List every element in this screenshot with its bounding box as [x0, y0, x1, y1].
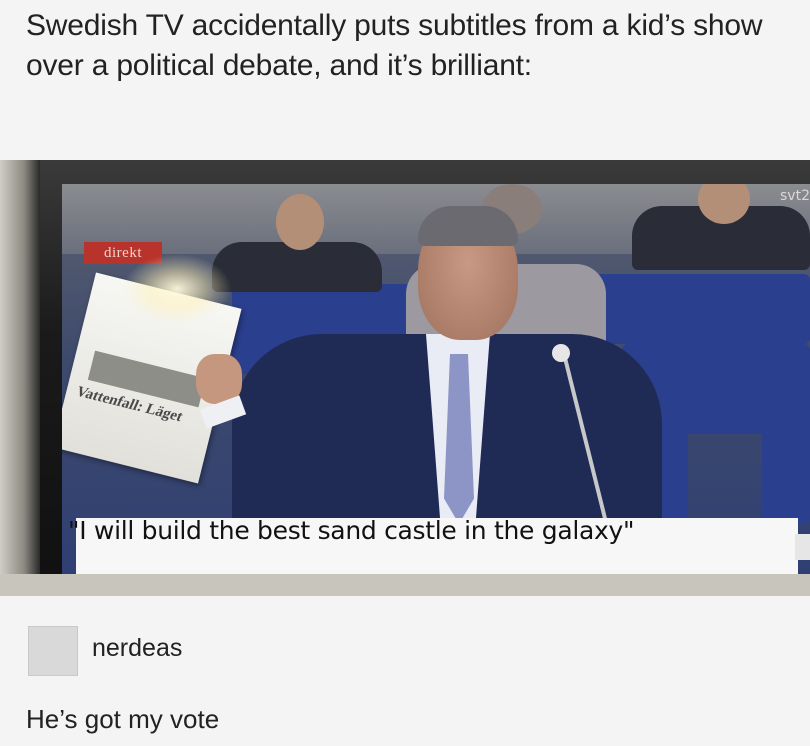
- tv-photo: direkt svt2 Vattenfall: Läget "I will bu…: [0, 160, 810, 596]
- bench: [582, 274, 810, 344]
- tv-edge: [0, 160, 40, 596]
- speaker-hair: [418, 206, 518, 246]
- bench: [762, 384, 810, 524]
- background-person-head: [276, 194, 324, 250]
- subtitle-cutoff: [795, 534, 810, 560]
- light-glare: [122, 254, 232, 324]
- avatar[interactable]: [28, 626, 78, 676]
- channel-logo: svt2: [780, 188, 810, 204]
- microphone-icon: [552, 344, 570, 362]
- tv-bottom-bezel: [0, 574, 810, 596]
- comment-username[interactable]: nerdeas: [92, 634, 182, 663]
- comment-text: He’s got my vote: [26, 704, 220, 734]
- subtitle-text: "I will build the best sand castle in th…: [68, 516, 635, 545]
- post-title: Swedish TV accidentally puts subtitles f…: [26, 9, 763, 82]
